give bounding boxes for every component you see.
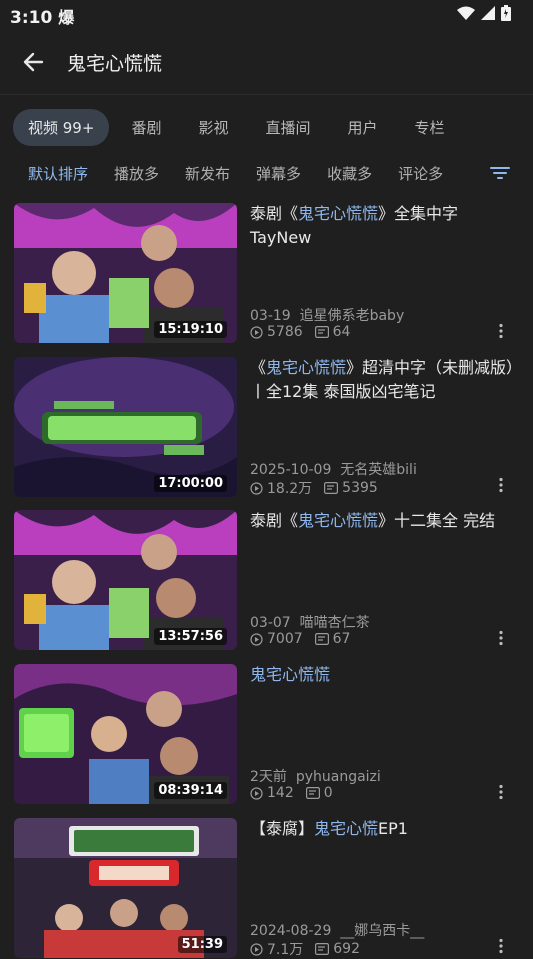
view-count: 18.2万 [267, 481, 313, 497]
view-count: 142 [267, 785, 294, 801]
video-thumbnail[interactable]: 13:57:56 [14, 510, 237, 650]
play-count-icon [250, 481, 263, 495]
video-date: 2025-10-09 [250, 462, 332, 478]
danmaku-icon [305, 787, 320, 799]
video-title[interactable]: 鬼宅心慌慌 [250, 663, 518, 687]
video-stats: 5786 64 [250, 324, 350, 340]
more-options-icon[interactable] [496, 784, 506, 800]
sort-most-danmaku[interactable]: 弹幕多 [256, 163, 301, 184]
video-date: 03-19 [250, 308, 291, 324]
video-thumbnail[interactable]: 51:39 [14, 818, 237, 958]
video-meta: 2天前 pyhuangaizi [250, 766, 381, 786]
tab-user[interactable]: 用户 [347, 117, 377, 138]
video-title[interactable]: 【泰腐】鬼宅心慌EP1 [250, 817, 518, 841]
video-stats: 18.2万 5395 [250, 478, 378, 498]
more-options-icon[interactable] [496, 630, 506, 646]
danmaku-count: 692 [333, 941, 360, 957]
more-options-icon[interactable] [496, 477, 506, 493]
sort-newest[interactable]: 新发布 [185, 163, 230, 184]
tab-film[interactable]: 影视 [198, 117, 228, 138]
battery-icon [501, 5, 511, 21]
view-count: 5786 [267, 324, 303, 340]
tab-bangumi[interactable]: 番剧 [131, 117, 161, 138]
sort-default[interactable]: 默认排序 [28, 163, 88, 184]
video-title[interactable]: 泰剧《鬼宅心慌慌》十二集全 完结 [250, 509, 518, 533]
tab-live[interactable]: 直播间 [265, 117, 310, 138]
more-options-icon[interactable] [496, 323, 506, 339]
video-item[interactable]: 13:57:56 泰剧《鬼宅心慌慌》十二集全 完结 03-07 喵喵杏仁茶 70… [14, 510, 524, 650]
video-title[interactable]: 泰剧《鬼宅心慌慌》全集中字 TayNew [250, 202, 518, 250]
play-count-icon [250, 786, 263, 800]
video-date: 2024-08-29 [250, 923, 332, 939]
video-stats: 7.1万 692 [250, 939, 360, 959]
status-bar: 3:10 爆 [0, 0, 533, 30]
video-uploader: 追星佛系老baby [299, 308, 405, 324]
danmaku-icon [315, 943, 330, 955]
video-duration: 08:39:14 [154, 782, 227, 799]
play-count-icon [250, 942, 263, 956]
danmaku-count: 0 [323, 785, 333, 801]
video-duration: 51:39 [177, 936, 227, 953]
danmaku-count: 5395 [342, 480, 378, 496]
video-item[interactable]: 51:39 【泰腐】鬼宅心慌EP1 2024-08-29 __娜乌西卡__ 7.… [14, 818, 524, 958]
tab-column[interactable]: 专栏 [415, 117, 445, 138]
status-time: 3:10 爆 [10, 8, 75, 28]
play-count-icon [250, 632, 263, 646]
video-title[interactable]: 《鬼宅心慌慌》超清中字（未删减版）丨全12集 泰国版凶宅笔记 [250, 356, 518, 404]
back-arrow-icon[interactable] [20, 48, 48, 76]
video-stats: 142 0 [250, 785, 333, 801]
danmaku-count: 64 [332, 324, 351, 340]
sort-options: 默认排序 播放多 新发布 弹幕多 收藏多 评论多 [28, 161, 469, 185]
video-duration: 17:00:00 [154, 475, 227, 492]
video-meta: 03-07 喵喵杏仁茶 [250, 612, 370, 632]
video-uploader: 无名英雄bili [340, 462, 417, 478]
video-item[interactable]: 08:39:14 鬼宅心慌慌 2天前 pyhuangaizi 142 0 [14, 664, 524, 804]
video-thumbnail[interactable]: 17:00:00 [14, 357, 237, 497]
video-uploader: 喵喵杏仁茶 [299, 615, 370, 631]
video-date: 03-07 [250, 615, 291, 631]
video-item[interactable]: 15:19:10 泰剧《鬼宅心慌慌》全集中字 TayNew 03-19 追星佛系… [14, 203, 524, 343]
status-icons [457, 5, 511, 21]
sort-most-favorited[interactable]: 收藏多 [327, 163, 372, 184]
danmaku-count: 67 [332, 631, 351, 647]
wifi-icon [457, 6, 475, 20]
video-date: 2天前 [250, 769, 287, 785]
danmaku-icon [314, 326, 329, 338]
video-duration: 15:19:10 [154, 321, 227, 338]
view-count: 7.1万 [267, 942, 304, 958]
video-item[interactable]: 17:00:00 《鬼宅心慌慌》超清中字（未删减版）丨全12集 泰国版凶宅笔记 … [14, 357, 524, 497]
video-meta: 03-19 追星佛系老baby [250, 305, 404, 325]
danmaku-icon [324, 482, 339, 494]
video-uploader: pyhuangaizi [295, 769, 381, 785]
page-title: 鬼宅心慌慌 [67, 53, 163, 75]
video-stats: 7007 67 [250, 631, 350, 647]
filter-icon[interactable] [490, 166, 510, 180]
video-meta: 2025-10-09 无名英雄bili [250, 459, 417, 479]
more-options-icon[interactable] [496, 938, 506, 954]
category-tabs: 视频 99+ 番剧 影视 直播间 用户 专栏 [13, 108, 482, 146]
play-count-icon [250, 325, 263, 339]
tab-video[interactable]: 视频 99+ [13, 108, 110, 146]
signal-icon [481, 6, 495, 20]
app-bar: 鬼宅心慌慌 [0, 30, 533, 95]
sort-most-played[interactable]: 播放多 [114, 163, 159, 184]
video-uploader: __娜乌西卡__ [340, 923, 425, 939]
video-thumbnail[interactable]: 15:19:10 [14, 203, 237, 343]
view-count: 7007 [267, 631, 303, 647]
video-duration: 13:57:56 [154, 628, 227, 645]
sort-most-comments[interactable]: 评论多 [398, 163, 443, 184]
video-meta: 2024-08-29 __娜乌西卡__ [250, 920, 424, 940]
danmaku-icon [314, 633, 329, 645]
video-thumbnail[interactable]: 08:39:14 [14, 664, 237, 804]
